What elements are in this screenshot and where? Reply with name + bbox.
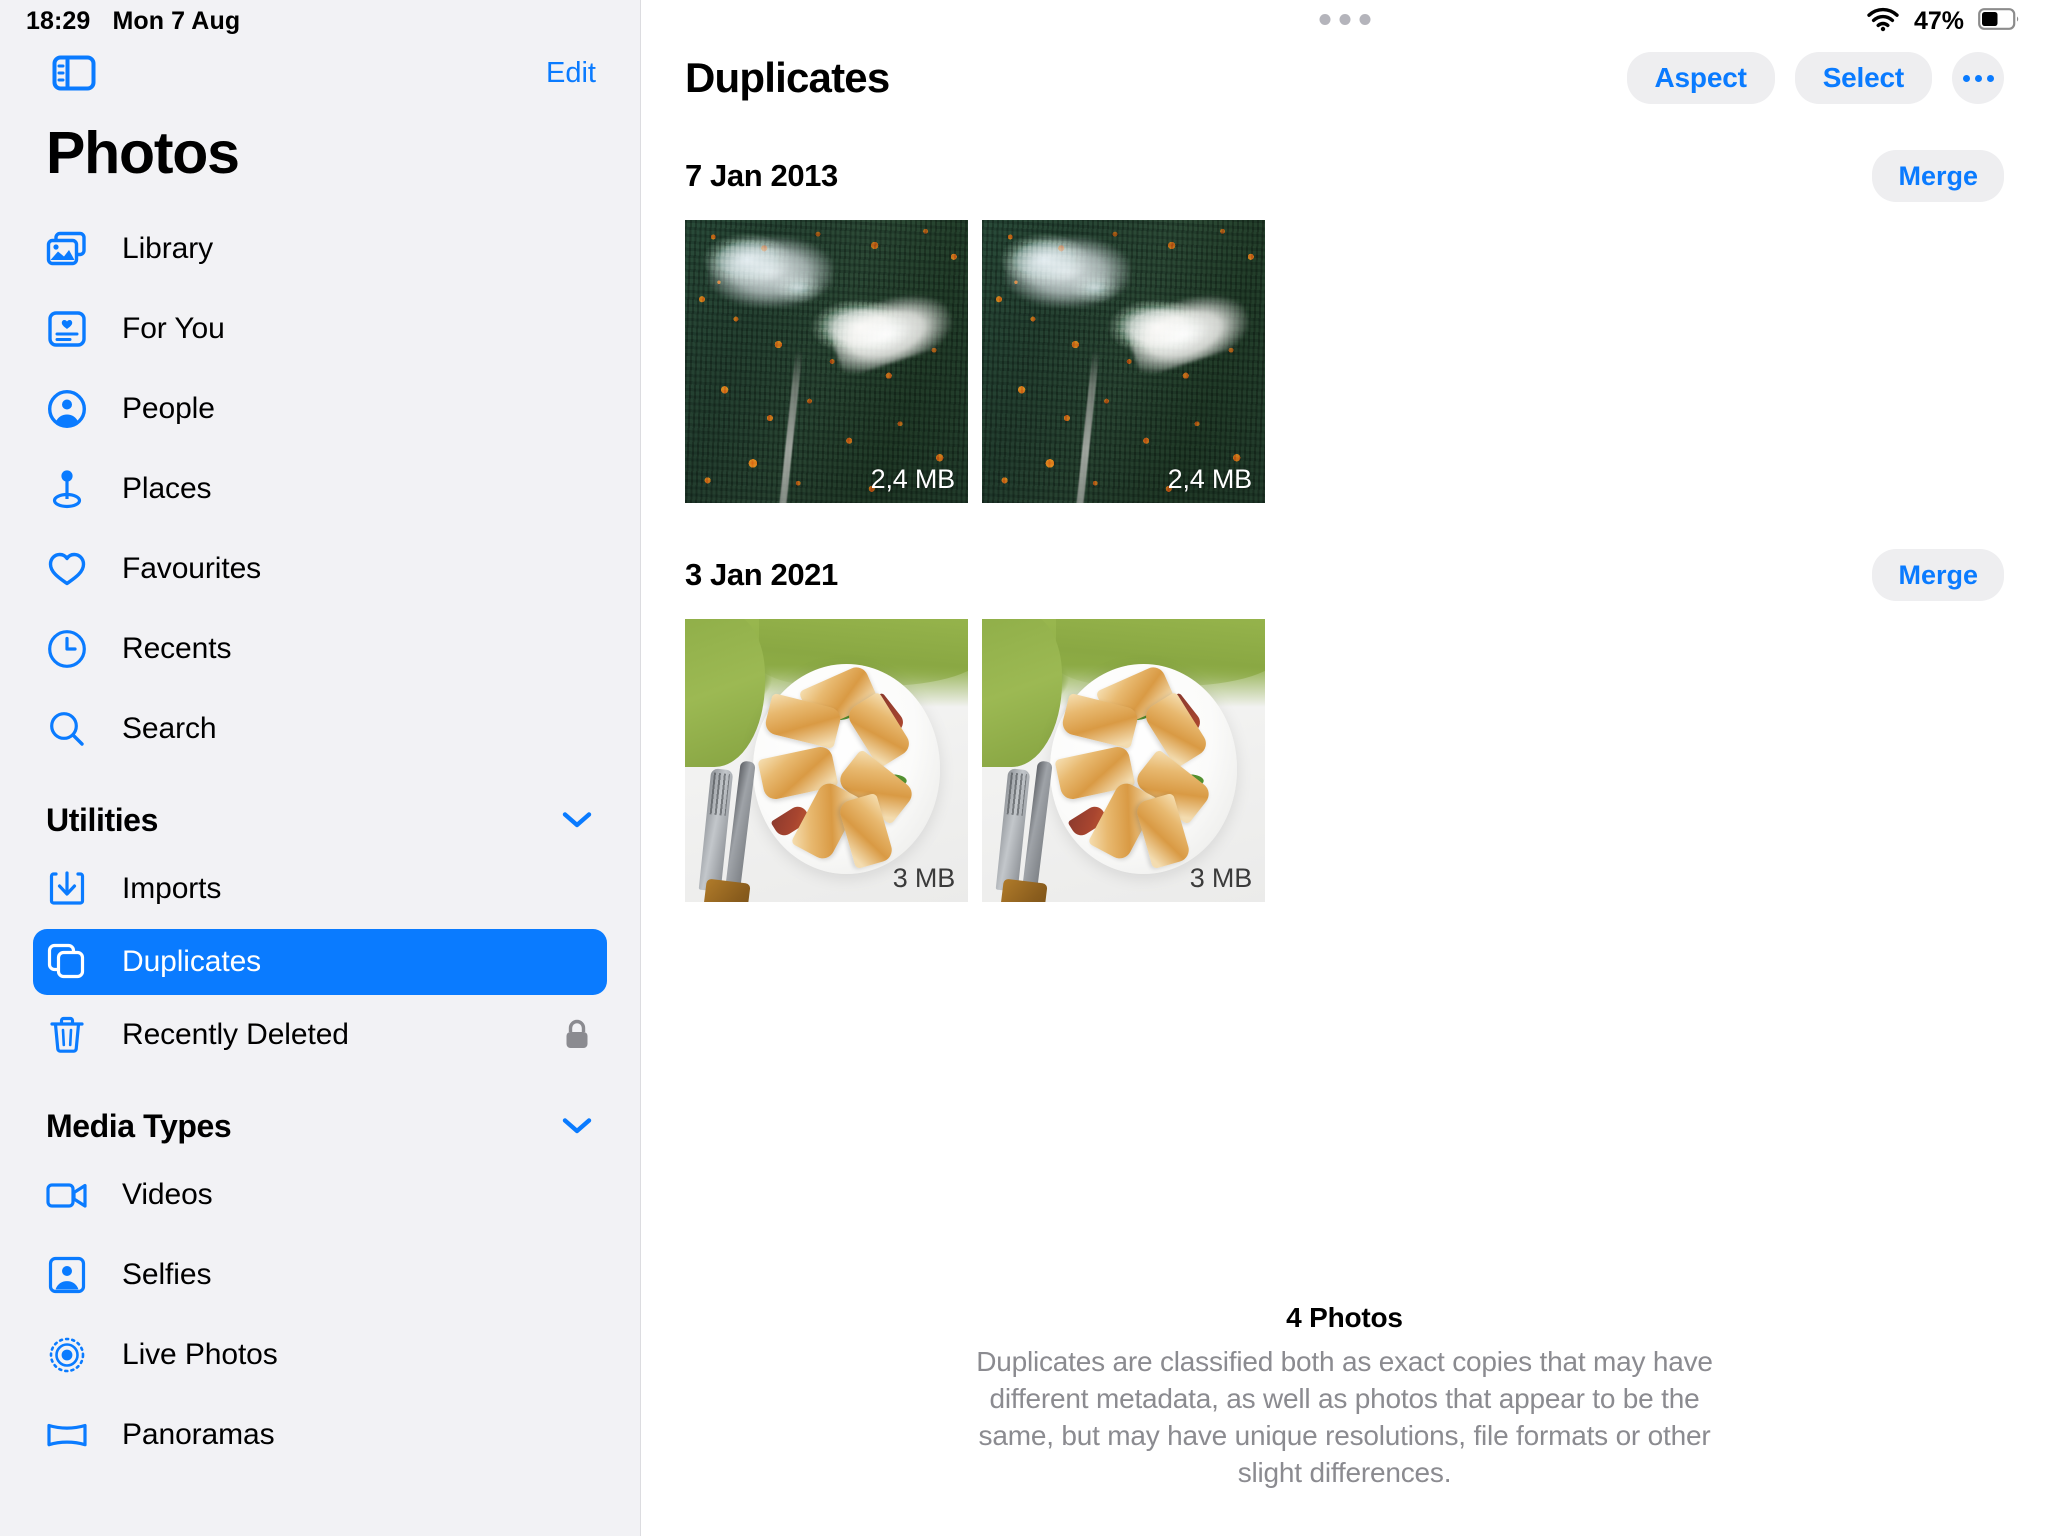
search-icon <box>46 708 88 750</box>
sidebar-item-favourites[interactable]: Favourites <box>0 529 640 609</box>
panorama-icon <box>46 1414 88 1456</box>
sidebar-item-library[interactable]: Library <box>0 209 640 289</box>
chevron-down-icon[interactable] <box>560 1109 594 1143</box>
sidebar-item-duplicates[interactable]: Duplicates <box>33 929 607 995</box>
photo-count-label: 4 Photos <box>1286 1302 1403 1334</box>
select-button[interactable]: Select <box>1794 52 1932 104</box>
sidebar: 18:29 Mon 7 Aug Edit Photos Library For … <box>0 0 640 1536</box>
wifi-icon <box>1866 6 1900 37</box>
chevron-down-icon[interactable] <box>560 803 594 837</box>
video-camera-icon <box>46 1174 88 1216</box>
merge-button[interactable]: Merge <box>1872 549 2004 601</box>
main-title: Duplicates <box>685 54 890 101</box>
duplicates-list: 7 Jan 2013 Merge 2,4 MB 2,4 MB 3 Jan 202… <box>641 148 2048 902</box>
status-bar-date: Mon 7 Aug <box>112 6 241 35</box>
sidebar-item-recents[interactable]: Recents <box>0 609 640 689</box>
sidebar-item-places[interactable]: Places <box>0 449 640 529</box>
photo-thumbnail[interactable]: 3 MB <box>982 619 1265 902</box>
duplicates-footer: 4 Photos Duplicates are classified both … <box>641 1302 2048 1492</box>
status-bar: 18:29 Mon 7 Aug <box>0 0 640 42</box>
person-circle-icon <box>46 388 88 430</box>
sidebar-item-imports[interactable]: Imports <box>0 849 640 929</box>
photo-stack-icon <box>46 228 88 270</box>
photo-thumbnail[interactable]: 2,4 MB <box>685 220 968 503</box>
header-actions: Aspect Select <box>1626 52 2004 104</box>
sidebar-item-label: People <box>122 392 215 425</box>
duplicate-group: 3 Jan 2021 Merge 3 MB 3 MB <box>685 547 2004 902</box>
group-header: 3 Jan 2021 Merge <box>685 547 2004 603</box>
photos-app-window: 18:29 Mon 7 Aug Edit Photos Library For … <box>0 0 2048 1536</box>
sidebar-item-videos[interactable]: Videos <box>0 1155 640 1235</box>
window-grabber-icon[interactable] <box>1319 14 1370 25</box>
thumbnail-row: 3 MB 3 MB <box>685 619 2004 902</box>
sidebar-item-label: Imports <box>122 872 222 905</box>
ellipsis-icon <box>1986 74 1994 82</box>
ellipsis-icon <box>1962 74 1970 82</box>
photo-image-detail <box>1004 236 1130 307</box>
sidebar-item-panoramas[interactable]: Panoramas <box>0 1395 640 1475</box>
sidebar-item-live-photos[interactable]: Live Photos <box>0 1315 640 1395</box>
thumbnail-row: 2,4 MB 2,4 MB <box>685 220 2004 503</box>
photo-size-label: 3 MB <box>892 863 955 893</box>
section-title: Utilities <box>46 801 158 838</box>
group-date-label: 3 Jan 2021 <box>685 557 838 592</box>
sidebar-item-label: Recents <box>122 632 232 665</box>
sidebar-item-label: Live Photos <box>122 1338 278 1371</box>
footer-description: Duplicates are classified both as exact … <box>976 1346 1713 1489</box>
live-photo-icon <box>46 1334 88 1376</box>
sidebar-item-label: Places <box>122 472 212 505</box>
sidebar-item-for-you[interactable]: For You <box>0 289 640 369</box>
sidebar-item-label: Recently Deleted <box>122 1018 349 1051</box>
duplicate-squares-icon <box>46 941 88 983</box>
page-title: Photos <box>46 120 240 186</box>
section-header-media-types[interactable]: Media Types <box>0 1075 640 1155</box>
duplicate-group: 7 Jan 2013 Merge 2,4 MB 2,4 MB <box>685 148 2004 503</box>
map-pin-icon <box>46 468 88 510</box>
sidebar-item-label: Panoramas <box>122 1418 275 1451</box>
battery-percent-label: 47% <box>1913 6 1964 35</box>
merge-button[interactable]: Merge <box>1872 150 2004 202</box>
aspect-button[interactable]: Aspect <box>1626 52 1775 104</box>
section-header-utilities[interactable]: Utilities <box>0 769 640 849</box>
photo-image-detail <box>698 760 779 902</box>
photo-size-label: 3 MB <box>1189 863 1252 893</box>
section-title: Media Types <box>46 1107 232 1144</box>
sidebar-toolbar: Edit <box>0 42 640 104</box>
sidebar-primary-nav: Library For You People Places Favourites… <box>0 183 640 769</box>
sidebar-item-recently-deleted[interactable]: Recently Deleted <box>0 995 640 1075</box>
for-you-card-icon <box>46 308 88 350</box>
sidebar-item-label: Duplicates <box>122 945 262 978</box>
photo-thumbnail[interactable]: 3 MB <box>685 619 968 902</box>
clock-icon <box>46 628 88 670</box>
sidebar-item-label: Favourites <box>122 552 262 585</box>
main-content: 47% Duplicates Aspect Select 7 Jan 2013 … <box>640 0 2048 1536</box>
ellipsis-icon <box>1974 74 1982 82</box>
sidebar-item-selfies[interactable]: Selfies <box>0 1235 640 1315</box>
heart-icon <box>46 548 88 590</box>
photo-size-label: 2,4 MB <box>1167 464 1253 494</box>
import-tray-icon <box>46 868 88 910</box>
edit-button[interactable]: Edit <box>546 57 600 90</box>
sidebar-item-people[interactable]: People <box>0 369 640 449</box>
trash-icon <box>46 1014 88 1056</box>
lock-icon <box>560 1018 594 1052</box>
sidebar-item-label: Search <box>122 712 217 745</box>
photo-thumbnail[interactable]: 2,4 MB <box>982 220 1265 503</box>
sidebar-item-label: Selfies <box>122 1258 212 1291</box>
more-options-button[interactable] <box>1952 52 2004 104</box>
status-bar-time: 18:29 <box>26 6 91 35</box>
selfie-person-icon <box>46 1254 88 1296</box>
photo-size-label: 2,4 MB <box>870 464 956 494</box>
sidebar-item-search[interactable]: Search <box>0 689 640 769</box>
photo-image-detail <box>707 236 833 307</box>
photo-image-detail <box>995 760 1076 902</box>
sidebar-item-label: For You <box>122 312 225 345</box>
group-date-label: 7 Jan 2013 <box>685 158 838 193</box>
sidebar-item-label: Videos <box>122 1178 213 1211</box>
status-bar-right: 47% <box>1866 0 2020 42</box>
battery-icon <box>1978 7 2020 35</box>
sidebar-toggle-icon[interactable] <box>50 49 98 97</box>
group-header: 7 Jan 2013 Merge <box>685 148 2004 204</box>
sidebar-item-label: Library <box>122 232 213 265</box>
